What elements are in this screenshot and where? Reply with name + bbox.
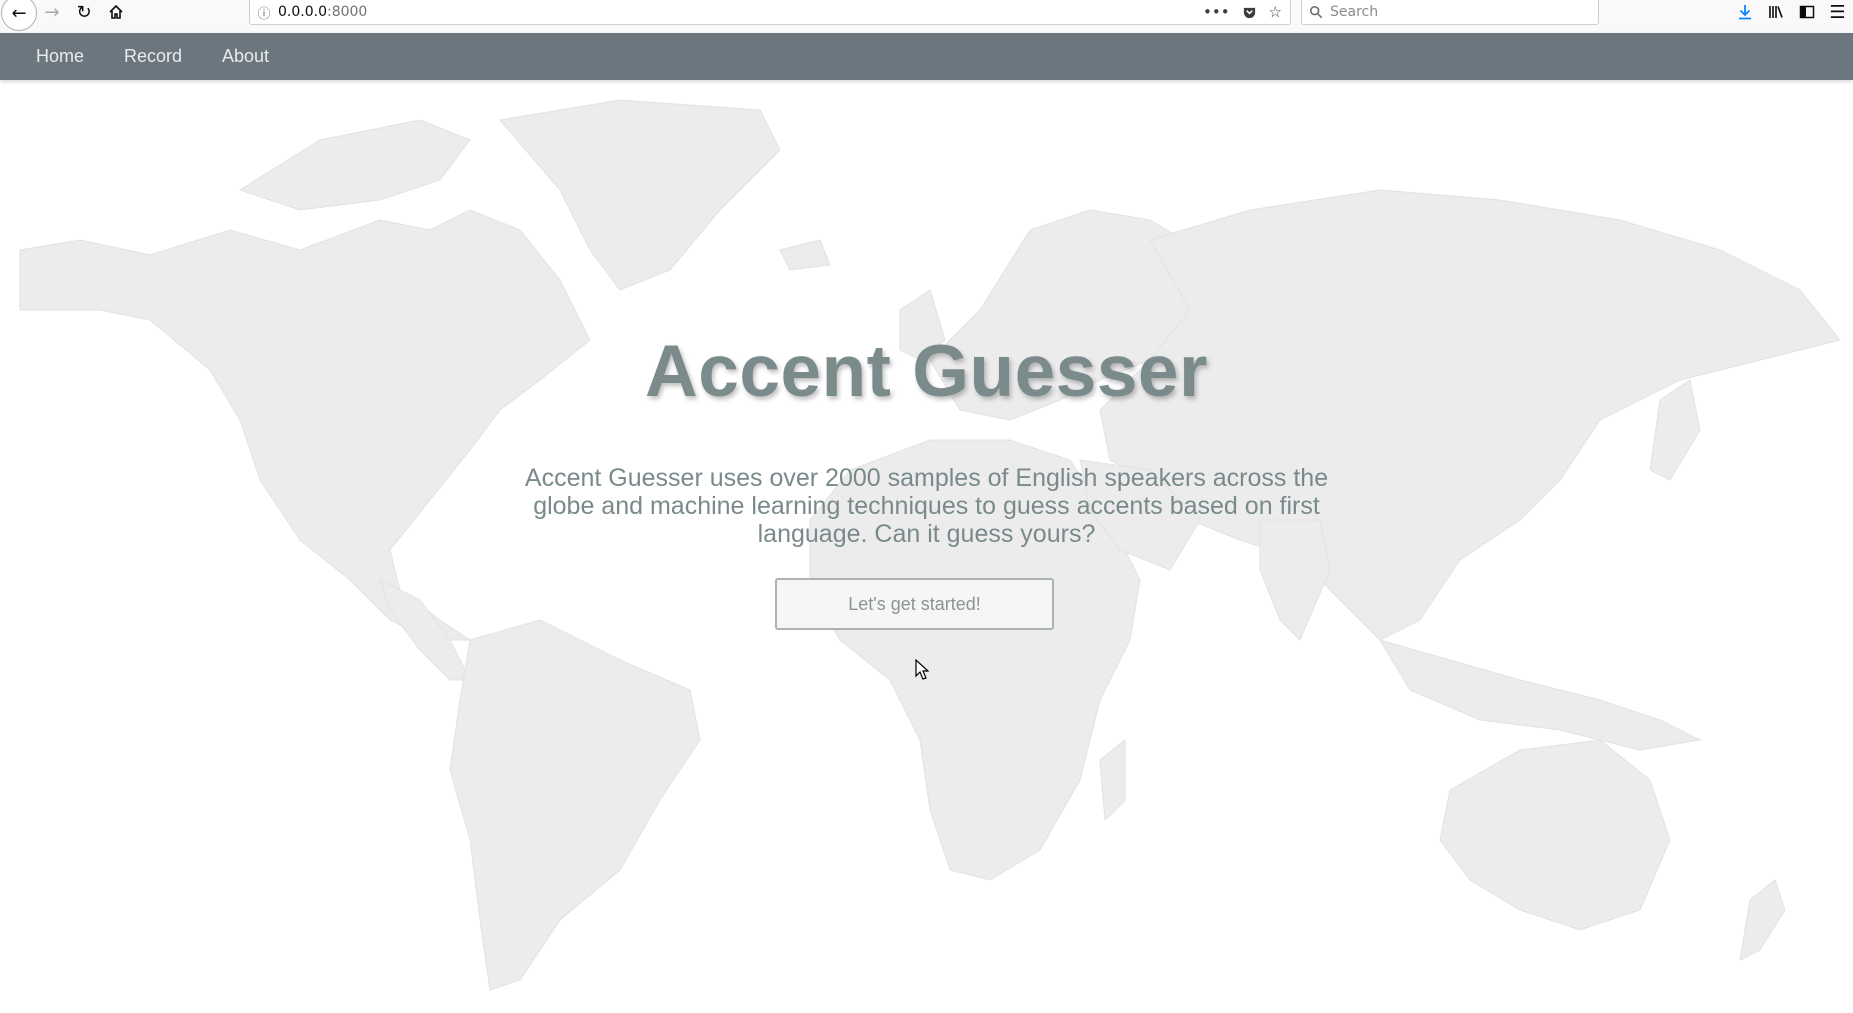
- site-navbar: Home Record About: [0, 33, 1853, 80]
- nav-link-about[interactable]: About: [222, 33, 269, 80]
- reload-icon: ↻: [76, 1, 92, 23]
- back-arrow-icon: ←: [11, 2, 27, 24]
- central-america-shape: [379, 579, 471, 681]
- southeast-asia-islands-shape: [1378, 639, 1702, 751]
- download-icon: [1738, 5, 1751, 20]
- mouse-cursor-icon: [915, 659, 929, 680]
- url-host: 0.0.0.0: [278, 4, 327, 20]
- madagascar-shape: [1099, 738, 1126, 822]
- nav-link-home[interactable]: Home: [36, 33, 84, 80]
- browser-toolbar: ← → ↻ ⓘ 0.0.0.0:8000 ••• ☆ Search ☰: [0, 0, 1853, 34]
- menu-button[interactable]: ☰: [1822, 0, 1853, 24]
- star-icon[interactable]: ☆: [1269, 3, 1282, 21]
- hero-title: Accent Guesser: [645, 331, 1208, 412]
- asia-shape: [1099, 189, 1841, 641]
- more-dots-icon[interactable]: •••: [1203, 3, 1230, 21]
- iceland-shape: [779, 239, 831, 271]
- home-button[interactable]: [100, 0, 132, 24]
- url-bar[interactable]: ⓘ 0.0.0.0:8000 ••• ☆: [249, 0, 1291, 25]
- forward-arrow-icon: →: [44, 1, 60, 23]
- library-button[interactable]: [1760, 0, 1791, 24]
- reload-button[interactable]: ↻: [68, 0, 100, 24]
- library-icon: [1768, 6, 1783, 18]
- search-bar[interactable]: Search: [1301, 0, 1599, 25]
- sidebar-button[interactable]: [1791, 0, 1822, 24]
- australia-shape: [1439, 739, 1671, 931]
- url-text: 0.0.0.0:8000: [278, 4, 367, 20]
- nav-link-record[interactable]: Record: [124, 33, 182, 80]
- download-button[interactable]: [1729, 0, 1760, 24]
- back-button[interactable]: ←: [1, 0, 37, 31]
- arctic-islands-shape: [238, 119, 471, 211]
- url-port: :8000: [326, 4, 368, 20]
- search-icon: [1309, 5, 1323, 19]
- south-america-shape: [449, 619, 701, 991]
- search-input[interactable]: Search: [1330, 4, 1378, 20]
- home-icon: [109, 4, 123, 19]
- hamburger-menu-icon: ☰: [1829, 1, 1846, 23]
- new-zealand-shape: [1739, 879, 1786, 961]
- info-icon[interactable]: ⓘ: [250, 3, 278, 22]
- forward-button[interactable]: →: [36, 0, 68, 24]
- pocket-icon[interactable]: [1242, 5, 1257, 20]
- north-america-shape: [19, 209, 591, 641]
- get-started-button[interactable]: Let's get started!: [775, 578, 1054, 630]
- sidebar-icon: [1799, 5, 1814, 19]
- hero-description: Accent Guesser uses over 2000 samples of…: [524, 464, 1329, 548]
